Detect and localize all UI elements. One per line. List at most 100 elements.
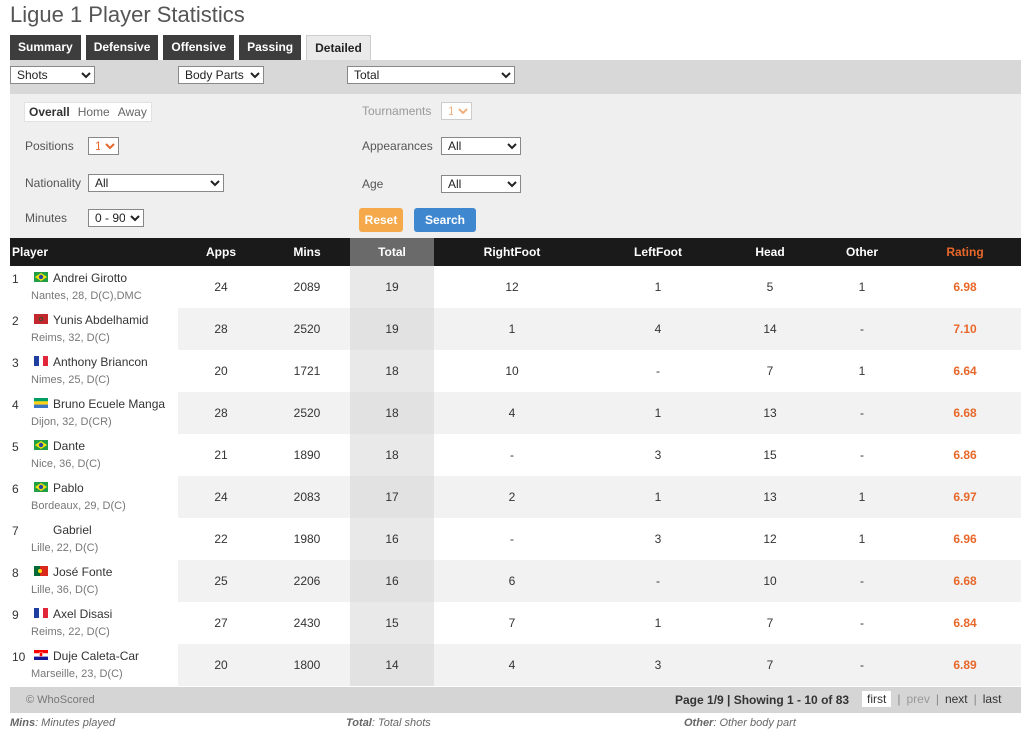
player-name-link[interactable]: Dante	[53, 439, 85, 453]
player-meta: Nimes, 25, D(C)	[31, 374, 110, 386]
cell-leftfoot: 1	[654, 490, 662, 504]
player-name-link[interactable]: Pablo	[53, 481, 84, 495]
cell-rating: 6.98	[953, 280, 977, 294]
cell-rightfoot: -	[510, 448, 514, 462]
player-cell: 8 José Fonte Lille, 36, D(C)	[10, 560, 178, 602]
col-rating[interactable]: Rating	[930, 238, 1000, 266]
reset-button[interactable]: Reset	[359, 208, 403, 232]
tab-offensive[interactable]: Offensive	[163, 35, 235, 60]
next-page-link[interactable]: next	[945, 692, 968, 706]
col-apps[interactable]: Apps	[196, 238, 246, 266]
cell-rating: 6.89	[953, 658, 977, 672]
subcategory-select[interactable]: Body Parts	[178, 66, 264, 84]
col-mins[interactable]: Mins	[282, 238, 332, 266]
cell-rating: 6.84	[953, 616, 977, 630]
player-cell: 4 Bruno Ecuele Manga Dijon, 32, D(CR)	[10, 392, 178, 434]
cell-total: 19	[350, 308, 434, 350]
cell-total: 18	[350, 350, 434, 392]
minutes-select[interactable]: 0 - 90	[88, 209, 144, 227]
cell-total: 18	[350, 392, 434, 434]
player-name-link[interactable]: Duje Caleta-Car	[53, 649, 139, 663]
player-cell: 10 Duje Caleta-Car Marseille, 23, D(C)	[10, 644, 178, 686]
tab-defensive[interactable]: Defensive	[85, 35, 159, 60]
cell-leftfoot: 1	[654, 616, 662, 630]
col-head[interactable]: Head	[720, 238, 820, 266]
player-rank: 10	[12, 650, 26, 664]
tournaments-select[interactable]: 1	[441, 102, 472, 120]
player-cell: 1 Andrei Girotto Nantes, 28, D(C),DMC	[10, 266, 178, 308]
table-row: 7 Gabriel Lille, 22, D(C) 22 1980 16 - 3 12 1 6.96	[10, 518, 1021, 560]
player-cell: 2 Yunis Abdelhamid Reims, 32, D(C)	[10, 308, 178, 350]
cell-total: 19	[350, 266, 434, 308]
cell-rating: 6.97	[953, 490, 977, 504]
cell-total: 17	[350, 476, 434, 518]
player-rank: 1	[12, 272, 19, 286]
venue-away[interactable]: Away	[114, 103, 151, 121]
brazil-flag-icon	[34, 272, 48, 282]
player-cell: 9 Axel Disasi Reims, 22, D(C)	[10, 602, 178, 644]
cell-mins: 1721	[293, 364, 321, 378]
player-name-link[interactable]: Yunis Abdelhamid	[53, 313, 148, 327]
player-meta: Reims, 32, D(C)	[31, 332, 110, 344]
col-leftfoot[interactable]: LeftFoot	[608, 238, 708, 266]
cell-head: 7	[766, 658, 774, 672]
player-name-link[interactable]: Gabriel	[53, 523, 92, 537]
prev-page-link[interactable]: prev	[906, 692, 929, 706]
table-row: 4 Bruno Ecuele Manga Dijon, 32, D(CR) 28 252…	[10, 392, 1021, 434]
player-name-link[interactable]: Axel Disasi	[53, 607, 112, 621]
france-flag-icon	[34, 608, 48, 618]
cell-total: 14	[350, 644, 434, 686]
tab-passing[interactable]: Passing	[239, 35, 302, 60]
cell-apps: 24	[214, 490, 228, 504]
player-name-link[interactable]: Bruno Ecuele Manga	[53, 397, 165, 411]
player-name-link[interactable]: Anthony Briancon	[53, 355, 148, 369]
player-meta: Reims, 22, D(C)	[31, 626, 110, 638]
france-flag-icon	[34, 356, 48, 366]
player-name-link[interactable]: José Fonte	[53, 565, 112, 579]
age-select[interactable]: All	[441, 175, 521, 193]
table-row: 9 Axel Disasi Reims, 22, D(C) 27 2430 15 7 1 7 - 6…	[10, 602, 1021, 644]
last-page-link[interactable]: last	[983, 692, 1002, 706]
cell-apps: 22	[214, 532, 228, 546]
pagination: first | prev | next | last	[862, 691, 1001, 707]
category-select[interactable]: Shots	[10, 66, 95, 84]
col-rightfoot[interactable]: RightFoot	[462, 238, 562, 266]
player-stats-table: Player Apps Mins Total RightFoot LeftFoo…	[10, 238, 1021, 686]
venue-overall[interactable]: Overall	[25, 103, 74, 121]
cell-rating: 6.96	[953, 532, 977, 546]
player-meta: Marseille, 23, D(C)	[31, 668, 123, 680]
col-total[interactable]: Total	[350, 238, 434, 266]
cell-head: 5	[766, 280, 774, 294]
first-page-link[interactable]: first	[862, 691, 892, 707]
cell-other: -	[860, 574, 864, 588]
cell-mins: 1980	[293, 532, 321, 546]
search-button[interactable]: Search	[414, 208, 476, 232]
player-cell: 5 Dante Nice, 36, D(C)	[10, 434, 178, 476]
venue-home[interactable]: Home	[74, 103, 114, 121]
table-row: 8 José Fonte Lille, 36, D(C) 25 2206 16 6 - 10 - 6…	[10, 560, 1021, 602]
col-other[interactable]: Other	[822, 238, 902, 266]
cell-total: 16	[350, 518, 434, 560]
table-header: Player Apps Mins Total RightFoot LeftFoo…	[10, 238, 1021, 266]
player-cell: 6 Pablo Bordeaux, 29, D(C)	[10, 476, 178, 518]
cell-apps: 28	[214, 322, 228, 336]
col-player[interactable]: Player	[12, 238, 48, 266]
tab-summary[interactable]: Summary	[10, 35, 81, 60]
cell-rating: 6.68	[953, 406, 977, 420]
positions-select[interactable]: 1	[88, 137, 119, 155]
table-row: 3 Anthony Briancon Nimes, 25, D(C) 20 1721 18…	[10, 350, 1021, 392]
cell-rightfoot: 4	[508, 658, 516, 672]
player-meta: Lille, 22, D(C)	[31, 542, 99, 554]
cell-rightfoot: -	[510, 532, 514, 546]
player-name-link[interactable]: Andrei Girotto	[53, 271, 127, 285]
cell-rating: 7.10	[953, 322, 977, 336]
player-rank: 7	[12, 524, 19, 538]
nationality-select[interactable]: All	[88, 174, 224, 192]
appearances-select[interactable]: All	[441, 137, 521, 155]
cell-head: 13	[763, 490, 777, 504]
cell-head: 15	[763, 448, 777, 462]
copyright: © WhoScored	[26, 694, 95, 706]
tab-detailed[interactable]: Detailed	[306, 35, 371, 61]
type-select[interactable]: Total	[347, 66, 515, 84]
cell-rightfoot: 4	[508, 406, 516, 420]
